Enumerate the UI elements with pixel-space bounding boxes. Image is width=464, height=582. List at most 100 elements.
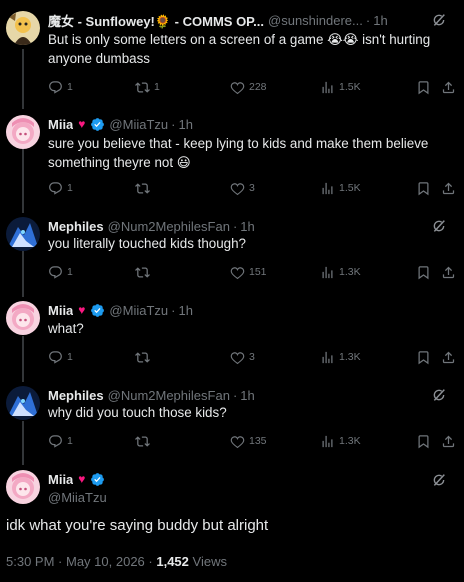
avatar[interactable] [6,11,40,45]
reply-icon [48,350,63,365]
views-button[interactable]: 1.3K [320,432,361,450]
share-button[interactable] [441,78,456,96]
tweet-header: Mephiles @Num2MephilesFan · 1h [48,217,430,235]
thread-tweet[interactable]: Miia ♥ @MiiaTzu · 1h what? 1 3 1.3K [0,291,464,376]
main-tweet-text: idk what you're saying buddy but alright [6,517,269,534]
action-bar: 1 1 228 1.5K [48,78,458,96]
grok-icon[interactable] [431,387,447,403]
repost-icon [135,350,150,365]
repost-icon [135,80,150,95]
tweet-text: what? [48,321,84,336]
timestamp[interactable]: 1h [240,219,254,234]
post-time[interactable]: 5:30 PM [6,554,54,569]
thread-tweet[interactable]: Miia ♥ @MiiaTzu · 1h sure you believe th… [0,105,464,207]
reply-icon [48,181,63,196]
views-button[interactable]: 1.5K [320,78,361,96]
thread-tweet[interactable]: 魔女 - Sunflowey!🌻 - COMMS OP... @sunshind… [0,0,464,105]
like-icon [230,265,245,280]
views-icon [320,350,335,365]
display-name[interactable]: Mephiles [48,388,104,403]
share-icon [441,181,456,196]
views-button[interactable]: 1.3K [320,263,361,281]
display-name[interactable]: Miia [48,303,73,318]
bookmark-button[interactable] [416,78,431,96]
bookmark-button[interactable] [416,179,431,197]
share-button[interactable] [441,263,456,281]
repost-button[interactable] [135,432,154,450]
handle[interactable]: @Num2MephilesFan [108,388,230,403]
views-icon [320,265,335,280]
handle[interactable]: @MiiaTzu [109,117,168,132]
avatar[interactable] [6,217,40,251]
tweet-header: 魔女 - Sunflowey!🌻 - COMMS OP... @sunshind… [48,11,430,29]
like-button[interactable]: 3 [230,179,255,197]
bookmark-icon [416,434,431,449]
repost-button[interactable] [135,348,154,366]
share-icon [441,434,456,449]
display-name[interactable]: 魔女 - Sunflowey!🌻 - COMMS OP... [48,11,264,29]
like-button[interactable]: 3 [230,348,255,366]
repost-button[interactable] [135,179,154,197]
bookmark-button[interactable] [416,348,431,366]
grok-icon[interactable] [431,218,447,234]
bookmark-button[interactable] [416,432,431,450]
handle[interactable]: @sunshindere... [268,13,363,28]
timestamp[interactable]: 1h [178,303,192,318]
heart-icon: ♥ [78,472,86,486]
heart-icon: ♥ [78,117,86,131]
timestamp[interactable]: 1h [240,388,254,403]
views-icon [320,434,335,449]
share-icon [441,350,456,365]
tweet-header: Miia ♥ @MiiaTzu · 1h [48,115,430,133]
like-icon [230,80,245,95]
verified-badge-icon[interactable] [90,472,105,487]
timestamp[interactable]: 1h [178,117,192,132]
avatar[interactable] [6,115,40,149]
tweet-text: you literally touched kids though? [48,236,247,251]
like-button[interactable]: 151 [230,263,267,281]
avatar[interactable] [6,470,40,504]
repost-button[interactable] [135,263,154,281]
views-icon [320,181,335,196]
views-icon [320,80,335,95]
repost-button[interactable]: 1 [135,78,160,96]
timestamp[interactable]: 1h [373,13,387,28]
handle[interactable]: @MiiaTzu [48,490,107,505]
bookmark-icon [416,265,431,280]
like-button[interactable]: 228 [230,78,267,96]
like-button[interactable]: 135 [230,432,267,450]
post-date[interactable]: May 10, 2026 [66,554,145,569]
verified-badge-icon[interactable] [90,303,105,318]
reply-button[interactable]: 1 [48,432,73,450]
handle[interactable]: @MiiaTzu [109,303,168,318]
thread-tweet[interactable]: Mephiles @Num2MephilesFan · 1h you liter… [0,207,464,291]
avatar[interactable] [6,301,40,335]
tweet-text: But is only some letters on a screen of … [48,32,431,66]
views-count[interactable]: 1,452 [156,554,189,569]
views-label: Views [192,554,227,569]
display-name[interactable]: Miia [48,472,73,487]
share-button[interactable] [441,348,456,366]
share-button[interactable] [441,179,456,197]
grok-icon[interactable] [431,12,447,28]
views-button[interactable]: 1.5K [320,179,361,197]
like-icon [230,434,245,449]
reply-button[interactable]: 1 [48,263,73,281]
reply-button[interactable]: 1 [48,78,73,96]
handle-row: @MiiaTzu [48,488,430,506]
grok-icon[interactable] [431,472,447,488]
like-icon [230,350,245,365]
display-name[interactable]: Miia [48,117,73,132]
bookmark-button[interactable] [416,263,431,281]
reply-button[interactable]: 1 [48,348,73,366]
reply-button[interactable]: 1 [48,179,73,197]
heart-icon: ♥ [78,303,86,317]
thread-tweet[interactable]: Mephiles @Num2MephilesFan · 1h why did y… [0,376,464,460]
display-name[interactable]: Mephiles [48,219,104,234]
handle[interactable]: @Num2MephilesFan [108,219,230,234]
bookmark-icon [416,80,431,95]
verified-badge-icon[interactable] [90,117,105,132]
avatar[interactable] [6,386,40,420]
share-button[interactable] [441,432,456,450]
views-button[interactable]: 1.3K [320,348,361,366]
